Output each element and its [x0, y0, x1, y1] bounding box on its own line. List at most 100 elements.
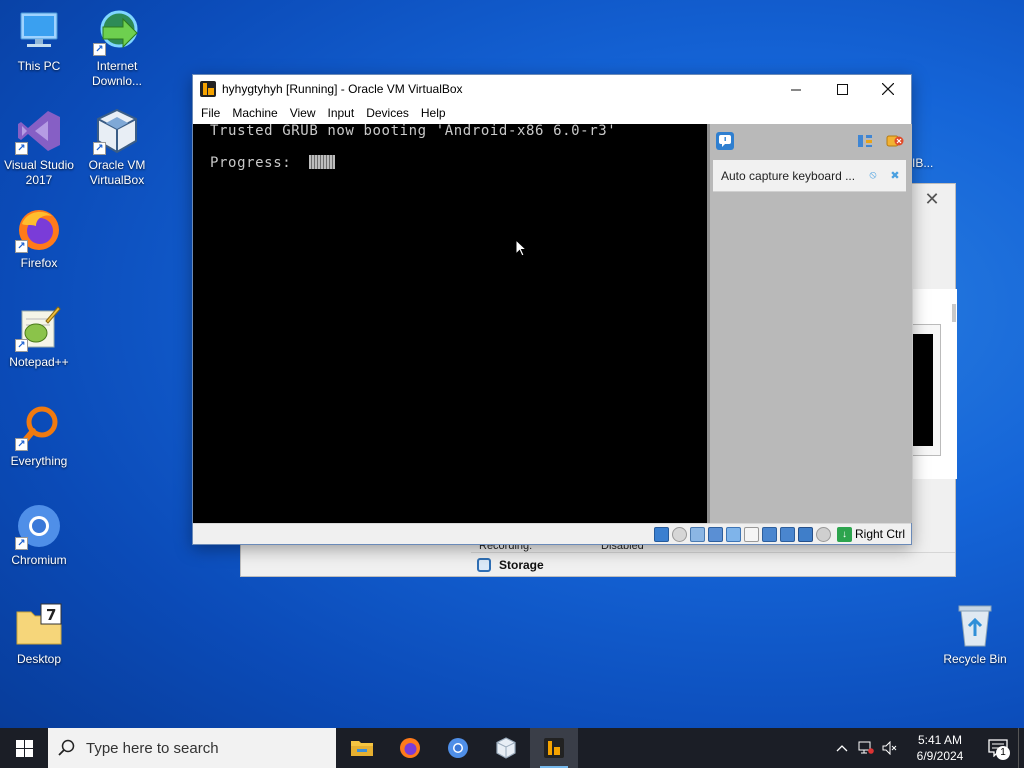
- taskbar-clock[interactable]: 5:41 AM 6/9/2024: [902, 732, 978, 764]
- desktop-icon-label: Internet Downlo...: [91, 59, 143, 88]
- host-key-arrow-icon: ↓: [836, 526, 852, 542]
- display-icon[interactable]: [761, 526, 777, 542]
- svg-text:7: 7: [46, 606, 56, 624]
- start-button[interactable]: [0, 728, 48, 768]
- desktop-icon-label: Oracle VM VirtualBox: [88, 158, 146, 187]
- network-icon[interactable]: [707, 526, 723, 542]
- show-desktop-button[interactable]: [1018, 728, 1024, 768]
- maximize-button[interactable]: [819, 75, 865, 103]
- notification-count-badge: 1: [996, 746, 1010, 760]
- virtualbox-icon: ↗: [93, 107, 141, 155]
- folder-icon: 7: [15, 601, 63, 649]
- taskbar-search-box[interactable]: Type here to search: [48, 728, 336, 768]
- recycle-bin-icon: [951, 601, 999, 649]
- minimize-icon: [790, 89, 801, 90]
- notification-text: Auto capture keyboard ...: [721, 168, 856, 183]
- menu-help[interactable]: Help: [415, 103, 452, 123]
- virtualbox-app-icon: [200, 81, 216, 97]
- search-everything-icon: ↗: [15, 403, 63, 451]
- desktop-icon-label: This PC: [17, 59, 61, 73]
- title-bar[interactable]: hyhygtyhyh [Running] - Oracle VM Virtual…: [193, 75, 911, 103]
- toggle-panel-icon[interactable]: [856, 132, 874, 150]
- manager-scrollbar[interactable]: [952, 304, 956, 322]
- progress-label: Progress:: [210, 155, 292, 171]
- window-title: hyhygtyhyh [Running] - Oracle VM Virtual…: [222, 82, 463, 96]
- chromium-icon: [448, 738, 468, 758]
- desktop-icon-everything[interactable]: ↗ Everything: [1, 403, 77, 469]
- manager-close-button[interactable]: ✕: [917, 188, 947, 210]
- show-hidden-icons-button[interactable]: [830, 728, 854, 768]
- recording-icon[interactable]: [779, 526, 795, 542]
- optical-drive-icon[interactable]: [671, 526, 687, 542]
- search-icon: [58, 739, 75, 756]
- action-center-button[interactable]: 1: [978, 728, 1018, 768]
- menu-file[interactable]: File: [195, 103, 226, 123]
- shortcut-arrow-icon: ↗: [15, 142, 28, 155]
- desktop-icon-this-pc[interactable]: This PC: [1, 8, 77, 74]
- desktop-icon-recycle-bin[interactable]: Recycle Bin: [937, 601, 1013, 667]
- vm-window[interactable]: hyhygtyhyh [Running] - Oracle VM Virtual…: [192, 74, 912, 545]
- shortcut-arrow-icon: ↗: [15, 339, 28, 352]
- desktop-icon-internet-download-manager[interactable]: ↗ Internet Downlo...: [79, 8, 155, 89]
- desktop-icon-label: Chromium: [11, 553, 67, 567]
- desktop-icon-label: Recycle Bin: [943, 652, 1007, 666]
- network-disconnected-icon: [858, 741, 874, 754]
- desktop-icon-desktop-folder[interactable]: 7 Desktop: [1, 601, 77, 667]
- search-placeholder: Type here to search: [86, 739, 219, 757]
- side-panel-toolbar: [710, 124, 912, 158]
- mouse-integration-icon[interactable]: [815, 526, 831, 542]
- menu-machine[interactable]: Machine: [226, 103, 283, 123]
- desktop-icon-firefox[interactable]: ↗ Firefox: [1, 205, 77, 271]
- chromium-icon: ↗: [15, 502, 63, 550]
- download-manager-icon: ↗: [93, 8, 141, 56]
- menu-view[interactable]: View: [284, 103, 322, 123]
- network-status-button[interactable]: [854, 728, 878, 768]
- notification-item[interactable]: Auto capture keyboard ... ⦸ ✖: [713, 160, 906, 192]
- grub-boot-message: Trusted GRUB now booting 'Android-x86 6.…: [210, 124, 617, 139]
- desktop-icon-chromium[interactable]: ↗ Chromium: [1, 502, 77, 568]
- minimize-button[interactable]: [773, 75, 819, 103]
- volume-button[interactable]: [878, 728, 902, 768]
- taskbar-firefox[interactable]: [386, 728, 434, 768]
- message-center-icon[interactable]: [716, 132, 734, 150]
- storage-label: Storage: [499, 557, 544, 572]
- clock-date: 6/9/2024: [916, 749, 964, 763]
- menu-input[interactable]: Input: [322, 103, 361, 123]
- system-tray: 5:41 AM 6/9/2024 1: [830, 728, 1024, 768]
- taskbar-chromium[interactable]: [434, 728, 482, 768]
- menu-devices[interactable]: Devices: [360, 103, 415, 123]
- taskbar-file-explorer[interactable]: [338, 728, 386, 768]
- audio-icon[interactable]: [689, 526, 705, 542]
- hard-disk-icon[interactable]: [653, 526, 669, 542]
- desktop-icon-virtualbox[interactable]: ↗ Oracle VM VirtualBox: [79, 107, 155, 188]
- desktop-icon-visual-studio[interactable]: ↗ Visual Studio 2017: [1, 107, 77, 188]
- dismiss-notification-icon[interactable]: ✖: [884, 169, 906, 182]
- shared-folders-icon[interactable]: [743, 526, 759, 542]
- mute-notification-icon[interactable]: ⦸: [862, 169, 884, 182]
- virtualbox-vm-icon: [544, 738, 564, 758]
- host-key-indicator[interactable]: ↓ Right Ctrl: [836, 526, 905, 542]
- notification-side-panel: Auto capture keyboard ... ⦸ ✖: [707, 124, 912, 523]
- close-button[interactable]: [865, 75, 911, 103]
- virtualbox-icon: [496, 737, 516, 759]
- clock-time: 5:41 AM: [917, 733, 963, 747]
- cpu-icon[interactable]: [797, 526, 813, 542]
- close-icon: [882, 83, 894, 95]
- taskbar-vm-window[interactable]: [530, 728, 578, 768]
- desktop-icon-label: Notepad++: [9, 355, 69, 369]
- file-explorer-icon: [351, 741, 373, 756]
- shortcut-arrow-icon: ↗: [15, 438, 28, 451]
- taskbar-virtualbox-manager[interactable]: [482, 728, 530, 768]
- taskbar: Type here to search 5:41 AM 6/9/2024 1: [0, 728, 1024, 768]
- mouse-pointer-icon: [515, 239, 527, 257]
- progress-line: Progress:: [210, 155, 336, 171]
- usb-icon[interactable]: [725, 526, 741, 542]
- shortcut-arrow-icon: ↗: [15, 240, 28, 253]
- firefox-icon: ↗: [15, 205, 63, 253]
- computer-icon: [15, 8, 63, 56]
- vm-display[interactable]: Trusted GRUB now booting 'Android-x86 6.…: [193, 124, 707, 523]
- windows-logo-icon: [15, 739, 33, 757]
- desktop-icon-label: Firefox: [20, 256, 58, 270]
- desktop-icon-notepad-plus-plus[interactable]: ↗ Notepad++: [1, 304, 77, 370]
- close-all-notifications-icon[interactable]: [886, 132, 904, 150]
